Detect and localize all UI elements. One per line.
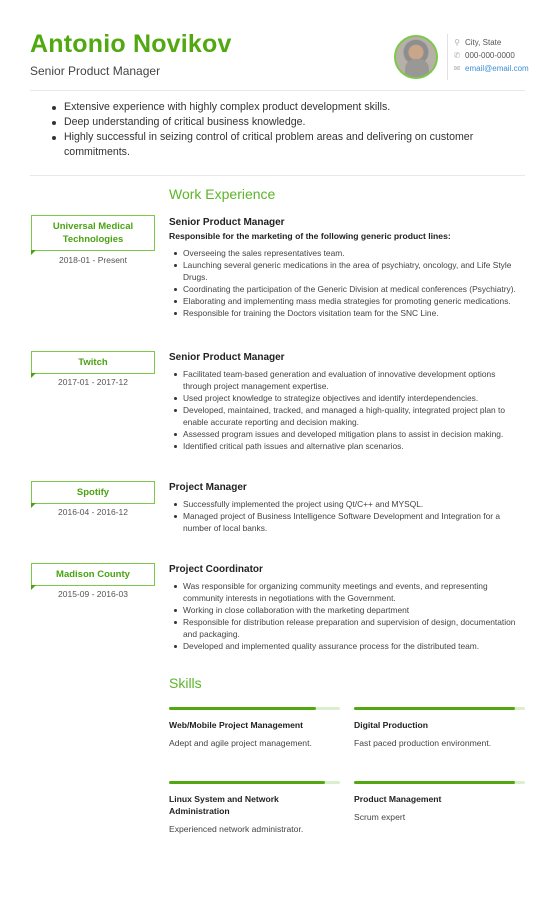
phone-icon: ✆: [453, 51, 461, 60]
profile-photo: [394, 35, 438, 79]
job-bullets: Successfully implemented the project usi…: [169, 498, 525, 534]
email-link[interactable]: email@email.com: [465, 64, 529, 73]
skill-level-fill: [354, 781, 515, 784]
job-bullet: Working in close collaboration with the …: [169, 604, 525, 616]
job-dates: 2016-04 - 2016-12: [58, 507, 128, 517]
job-bullet: Developed, maintained, tracked, and mana…: [169, 404, 525, 428]
job-entry: Senior Product Manager Facilitated team-…: [169, 351, 525, 452]
summary-list: Extensive experience with highly complex…: [46, 100, 526, 160]
job-bullets: Facilitated team-based generation and ev…: [169, 368, 525, 452]
skill-level-fill: [354, 707, 515, 710]
header-divider-line: [30, 90, 525, 91]
job-dates: 2018-01 - Present: [58, 255, 128, 265]
skill-level-fill: [169, 781, 325, 784]
envelope-icon: ✉: [453, 64, 461, 73]
skill-item: Digital Production Fast paced production…: [354, 707, 525, 749]
contact-location: ⚲ City, State: [452, 38, 501, 47]
job-entry: Project Manager Successfully implemented…: [169, 481, 525, 534]
company-badge: Spotify: [31, 481, 155, 508]
skills-heading: Skills: [169, 675, 202, 691]
skill-level-bar: [169, 781, 340, 784]
skill-name: Web/Mobile Project Management: [169, 720, 304, 730]
job-bullet: Responsible for distribution release pre…: [169, 616, 525, 640]
company-badge: Twitch: [31, 351, 155, 378]
job-bullet: Overseeing the sales representatives tea…: [169, 247, 525, 259]
resume-page: Antonio Novikov Senior Product Manager ⚲…: [0, 0, 560, 919]
job-title: Senior Product Manager: [169, 217, 285, 228]
summary-item: Highly successful in seizing control of …: [46, 130, 526, 160]
skill-description: Experienced network administrator.: [169, 824, 304, 834]
header-divider: [447, 34, 448, 80]
skill-item: Web/Mobile Project Management Adept and …: [169, 707, 340, 749]
job-subtitle: Responsible for the marketing of the fol…: [169, 231, 451, 241]
skill-name: Linux System and Network Administration: [169, 794, 279, 816]
job-entry: Senior Product Manager Responsible for t…: [169, 216, 525, 319]
work-experience-heading: Work Experience: [169, 186, 276, 202]
skill-level-bar: [169, 707, 340, 710]
company-badge: Universal Medical Technologies: [31, 215, 155, 255]
job-entry: Project Coordinator Was responsible for …: [169, 563, 525, 652]
job-bullet: Used project knowledge to strategize obj…: [169, 392, 525, 404]
job-bullet: Developed and implemented quality assura…: [169, 640, 525, 652]
job-title: Project Manager: [169, 482, 247, 493]
candidate-name: Antonio Novikov: [30, 30, 232, 58]
location-text: City, State: [465, 38, 502, 47]
contact-phone: ✆ 000-000-0000: [452, 51, 515, 60]
job-bullet: Facilitated team-based generation and ev…: [169, 368, 525, 392]
skill-description: Adept and agile project management.: [169, 738, 312, 748]
candidate-title: Senior Product Manager: [30, 64, 161, 78]
contact-email[interactable]: ✉ email@email.com: [452, 64, 529, 73]
job-bullet: Was responsible for organizing community…: [169, 580, 525, 604]
job-bullet: Managed project of Business Intelligence…: [169, 510, 525, 534]
skill-description: Scrum expert: [354, 812, 406, 822]
summary-item: Extensive experience with highly complex…: [46, 100, 526, 115]
job-dates: 2017-01 - 2017-12: [58, 377, 128, 387]
skill-item: Product Management Scrum expert: [354, 781, 525, 823]
job-bullet: Elaborating and implementing mass media …: [169, 295, 525, 307]
map-pin-icon: ⚲: [454, 38, 460, 47]
company-badge: Madison County: [31, 563, 155, 590]
job-title: Senior Product Manager: [169, 352, 285, 363]
job-bullet: Responsible for training the Doctors vis…: [169, 307, 525, 319]
job-bullet: Coordinating the participation of the Ge…: [169, 283, 525, 295]
job-bullet: Launching several generic medications in…: [169, 259, 525, 283]
job-bullets: Overseeing the sales representatives tea…: [169, 247, 525, 319]
job-bullet: Identified critical path issues and alte…: [169, 440, 525, 452]
phone-text: 000-000-0000: [465, 51, 515, 60]
job-bullets: Was responsible for organizing community…: [169, 580, 525, 652]
job-bullet: Assessed program issues and developed mi…: [169, 428, 525, 440]
job-bullet: Successfully implemented the project usi…: [169, 498, 525, 510]
skill-level-fill: [169, 707, 317, 710]
summary-item: Deep understanding of critical business …: [46, 115, 526, 130]
skill-level-bar: [354, 781, 525, 784]
skill-name: Digital Production: [354, 720, 428, 730]
skill-description: Fast paced production environment.: [354, 738, 492, 748]
skill-level-bar: [354, 707, 525, 710]
skill-name: Product Management: [354, 794, 442, 804]
skill-item: Linux System and Network Administration …: [169, 781, 340, 835]
job-dates: 2015-09 - 2016-03: [58, 589, 128, 599]
summary-divider-line: [30, 175, 525, 176]
job-title: Project Coordinator: [169, 564, 263, 575]
